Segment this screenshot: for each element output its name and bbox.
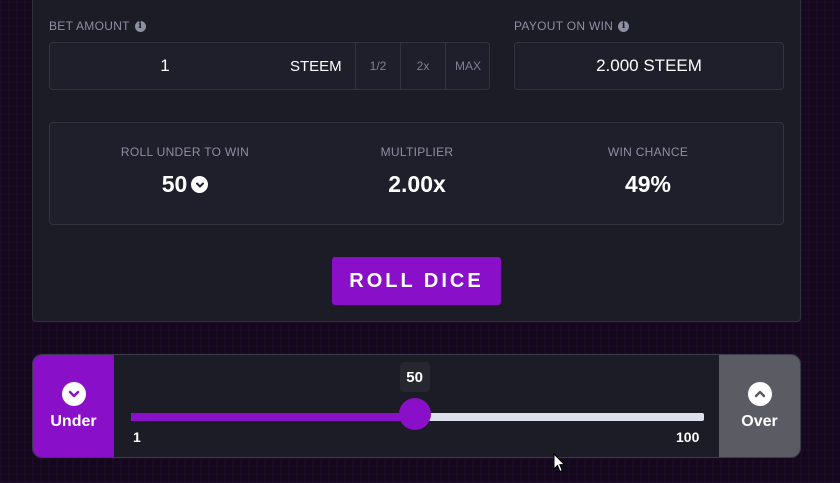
roll-dice-button[interactable]: ROLL DICE xyxy=(332,257,501,305)
bet-amount-field: 1 STEEM 1/2 2x MAX xyxy=(49,42,490,90)
bet-currency-label: STEEM xyxy=(290,57,342,75)
chevron-down-icon xyxy=(191,176,209,193)
bet-amount-input[interactable]: 1 xyxy=(50,43,280,89)
over-button[interactable]: Over xyxy=(719,355,800,457)
slider-track-fill xyxy=(131,413,415,421)
win-chance-stat: WIN CHANCE 49% xyxy=(548,123,748,198)
slider-thumb[interactable] xyxy=(398,398,431,430)
info-icon[interactable]: i xyxy=(618,20,630,32)
multiplier-value: 2.00x xyxy=(388,171,446,197)
bet-amount-label-text: BET AMOUNT xyxy=(49,19,130,33)
half-bet-button[interactable]: 1/2 xyxy=(355,43,400,89)
win-chance-value: 49% xyxy=(624,171,672,197)
roll-under-dropdown[interactable]: 50 xyxy=(85,171,285,198)
bet-amount-label: BET AMOUNT i xyxy=(49,19,146,33)
slider-value-bubble: 50 xyxy=(399,362,430,392)
roll-under-stat: ROLL UNDER TO WIN 50 xyxy=(85,123,285,198)
over-label: Over xyxy=(741,412,778,430)
max-bet-button[interactable]: MAX xyxy=(445,43,490,89)
slider-min-label: 1 xyxy=(133,429,141,445)
win-chance-label: WIN CHANCE xyxy=(607,145,689,159)
multiplier-label: MULTIPLIER xyxy=(380,145,454,159)
bet-panel: BET AMOUNT i 1 STEEM 1/2 2x MAX PAYOUT O… xyxy=(32,0,801,322)
mouse-pointer-icon xyxy=(553,453,566,473)
slider-max-label: 100 xyxy=(676,429,700,445)
payout-label: PAYOUT ON WIN i xyxy=(514,19,630,33)
payout-field: 2.000 STEEM xyxy=(514,42,784,90)
stats-box: ROLL UNDER TO WIN 50 MULTIPLIER 2.00x WI… xyxy=(49,122,784,225)
multiplier-stat: MULTIPLIER 2.00x xyxy=(317,123,517,198)
roll-under-label: ROLL UNDER TO WIN xyxy=(120,145,250,159)
double-bet-button[interactable]: 2x xyxy=(400,43,445,89)
roll-under-value: 50 xyxy=(161,171,188,197)
chevron-down-circle-icon xyxy=(61,381,86,406)
payout-value: 2.000 STEEM xyxy=(596,56,702,75)
info-icon[interactable]: i xyxy=(134,20,146,32)
under-label: Under xyxy=(50,412,97,430)
under-button[interactable]: Under xyxy=(33,355,114,457)
roll-slider-panel: Under 50 1 100 Over xyxy=(32,354,801,458)
payout-label-text: PAYOUT ON WIN xyxy=(514,19,614,33)
chevron-up-circle-icon xyxy=(747,381,772,406)
